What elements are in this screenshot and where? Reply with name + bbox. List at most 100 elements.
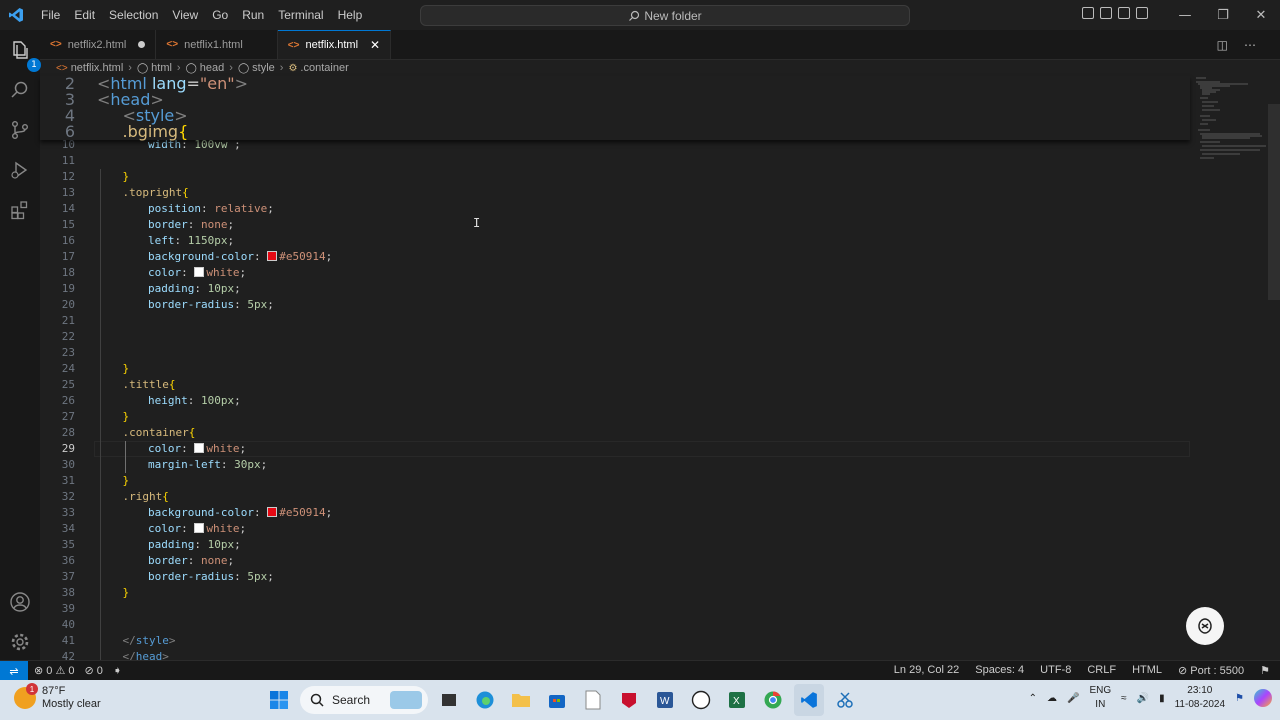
code-line[interactable]: 18 color: white; [40,265,1190,281]
chrome-icon[interactable] [758,684,788,716]
tab-netflix1[interactable]: <> netflix1.html [156,30,278,59]
source-control-icon[interactable] [8,118,32,142]
wifi-icon[interactable]: ≈ [1121,693,1127,704]
code-editor[interactable]: 10 width: 100vw ; 11 12} 13 .topright{14 posit… [40,76,1190,665]
code-line[interactable]: 19 padding: 10px; [40,281,1190,297]
code-line[interactable]: 3 <head> [40,92,1190,108]
code-line[interactable]: 22 [40,329,1190,345]
color-swatch-icon[interactable] [194,523,205,533]
code-line[interactable]: 23 [40,345,1190,361]
breadcrumb-container[interactable]: .container [300,62,348,74]
color-swatch-icon[interactable] [194,267,205,277]
code-line[interactable]: 39 [40,601,1190,617]
code-line[interactable]: 21 [40,313,1190,329]
code-line[interactable]: 11 [40,153,1190,169]
word-icon[interactable]: W [650,684,680,716]
end-of-line[interactable]: CRLF [1087,664,1116,677]
code-line[interactable]: 24} [40,361,1190,377]
toggle-primary-sidebar-icon[interactable] [1082,7,1094,19]
encoding[interactable]: UTF-8 [1040,664,1071,677]
notifications-bell-icon[interactable]: ⚑ [1260,664,1270,677]
weather-widget[interactable]: 1 87°F Mostly clear [14,683,101,711]
code-line[interactable]: 15 border: none; [40,217,1190,233]
close-window-icon[interactable]: ✕ [1242,0,1280,30]
minimap[interactable] [1190,76,1268,660]
mcafee-icon[interactable] [614,684,644,716]
restore-icon[interactable]: ❐ [1204,0,1242,30]
code-line[interactable]: 26 height: 100px; [40,393,1190,409]
task-view-icon[interactable] [434,684,464,716]
edge-icon[interactable] [470,684,500,716]
vscode-taskbar-icon[interactable] [794,684,824,716]
code-line[interactable]: 29 color: white; [40,441,1190,457]
run-debug-icon[interactable] [8,158,32,182]
code-line[interactable]: 16 left: 1150px; [40,233,1190,249]
code-line[interactable]: 4 <style> [40,108,1190,124]
indentation[interactable]: Spaces: 4 [975,664,1024,677]
code-line[interactable]: 32 .right{ [40,489,1190,505]
sticky-scroll[interactable]: 2 <html lang="en"> 3 <head> 4 <style> 6 .bgimg{ [40,76,1190,140]
menu-terminal[interactable]: Terminal [271,8,330,22]
code-line[interactable]: 20 border-radius: 5px; [40,297,1190,313]
live-server-port[interactable]: ⊘ Port : 5500 [1178,664,1244,677]
code-line[interactable]: 25 .tittle{ [40,377,1190,393]
more-actions-icon[interactable]: ⋯ [1244,38,1256,52]
code-line[interactable]: 14 position: relative; [40,201,1190,217]
code-line[interactable]: 27} [40,409,1190,425]
minimize-icon[interactable]: — [1166,0,1204,30]
battery-icon[interactable]: ▮ [1159,693,1165,704]
search-view-icon[interactable] [8,78,32,102]
code-line[interactable]: 30 margin-left: 30px; [40,457,1190,473]
ports-indicator[interactable]: ⊘ 0 [85,664,103,677]
assistant-floating-button[interactable] [1186,607,1224,645]
clock[interactable]: 23:10 11-08-2024 [1175,684,1225,712]
code-line[interactable]: 28 .container{ [40,425,1190,441]
notepad-icon[interactable] [578,684,608,716]
unsaved-dot-icon[interactable] [138,41,146,48]
code-line[interactable]: 2 <html lang="en"> [40,76,1190,92]
menu-file[interactable]: File [34,8,67,22]
whatsapp-icon[interactable] [686,684,716,716]
live-share-icon[interactable]: ➧ [113,664,122,677]
explorer-icon[interactable]: 1 [8,38,41,72]
settings-gear-icon[interactable] [8,630,32,654]
code-line[interactable]: 36 border: none; [40,553,1190,569]
toggle-secondary-sidebar-icon[interactable] [1118,7,1130,19]
menu-view[interactable]: View [165,8,205,22]
excel-icon[interactable]: X [722,684,752,716]
close-tab-icon[interactable]: ✕ [370,38,380,52]
snipping-tool-icon[interactable] [830,684,860,716]
code-line[interactable]: 12} [40,169,1190,185]
accounts-icon[interactable] [8,590,32,614]
language-mode[interactable]: HTML [1132,664,1162,677]
breadcrumb-head[interactable]: head [200,62,224,74]
language-indicator[interactable]: ENG IN [1089,684,1111,712]
microsoft-store-icon[interactable] [542,684,572,716]
copilot-taskbar-icon[interactable] [1254,689,1272,707]
code-line[interactable]: 37 border-radius: 5px; [40,569,1190,585]
color-swatch-icon[interactable] [267,507,278,517]
breadcrumb-file[interactable]: netflix.html [71,62,124,74]
split-editor-icon[interactable]: ◫ [1217,38,1228,52]
code-line[interactable]: 38} [40,585,1190,601]
microphone-icon[interactable]: 🎤 [1067,693,1079,704]
code-line[interactable]: 41 </style> [40,633,1190,649]
cursor-position[interactable]: Ln 29, Col 22 [894,664,959,677]
remote-indicator-icon[interactable]: ⇌ [0,661,28,681]
code-line[interactable]: 31} [40,473,1190,489]
extensions-icon[interactable] [8,198,32,222]
breadcrumb-html[interactable]: html [151,62,172,74]
menu-help[interactable]: Help [331,8,370,22]
show-hidden-icons-chevron-icon[interactable]: ⌃ [1029,693,1037,704]
code-line[interactable]: 17 background-color: #e50914; [40,249,1190,265]
start-menu-icon[interactable] [264,684,294,716]
code-line[interactable]: 13 .topright{ [40,185,1190,201]
volume-icon[interactable]: 🔊 [1137,693,1149,704]
vertical-scrollbar[interactable] [1268,104,1280,300]
color-swatch-icon[interactable] [194,443,205,453]
menu-edit[interactable]: Edit [67,8,102,22]
onedrive-icon[interactable]: ☁ [1047,693,1057,704]
code-line[interactable]: 40 [40,617,1190,633]
breadcrumb-style[interactable]: style [252,62,275,74]
code-line[interactable]: 34 color: white; [40,521,1190,537]
